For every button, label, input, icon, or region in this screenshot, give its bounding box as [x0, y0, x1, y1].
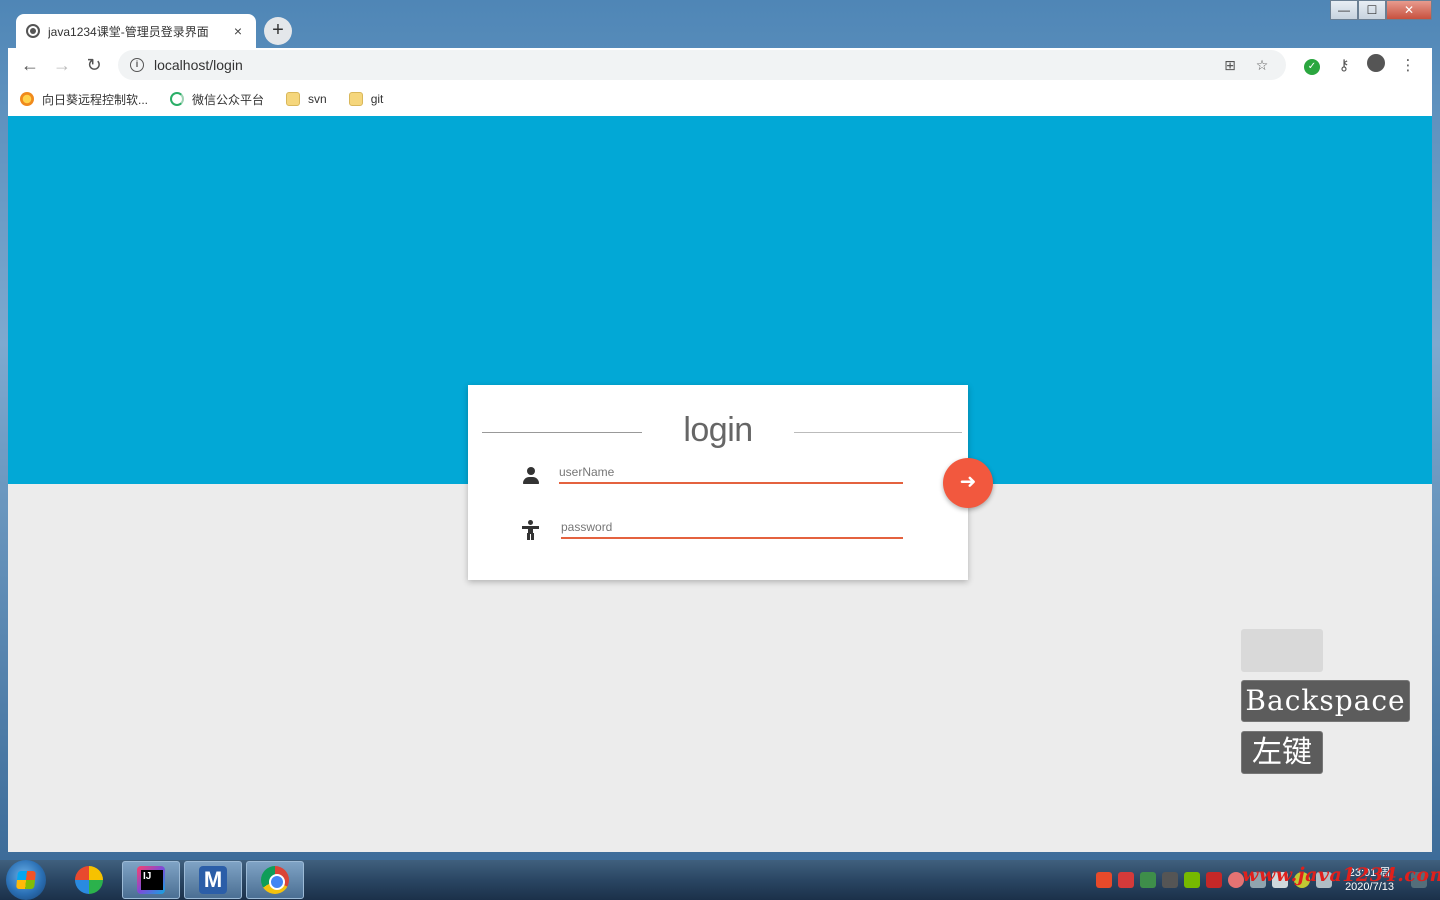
- bookmarks-bar: 向日葵远程控制软... 微信公众平台 svn git: [8, 82, 1432, 116]
- bookmark-label: 微信公众平台: [192, 92, 265, 107]
- folder-icon: [348, 92, 363, 106]
- bookmark-label: git: [370, 92, 384, 106]
- taskbar-app-m[interactable]: M: [184, 861, 242, 899]
- window-controls: — ☐ ✕: [1330, 0, 1432, 20]
- profile-avatar-icon[interactable]: [1360, 54, 1392, 76]
- sunflower-icon: [20, 92, 34, 106]
- new-tab-button[interactable]: +: [264, 17, 292, 45]
- nvidia-icon[interactable]: [1184, 872, 1201, 888]
- accessibility-icon: [521, 520, 541, 540]
- bookmark-sunflower[interactable]: 向日葵远程控制软...: [20, 91, 148, 108]
- bookmark-wechat[interactable]: 微信公众平台: [170, 91, 264, 108]
- taskbar: M 23:01 周 2020/7/13: [0, 860, 1440, 900]
- minimize-button[interactable]: —: [1330, 0, 1358, 20]
- login-card: login: [468, 385, 968, 580]
- back-button[interactable]: ←: [14, 49, 46, 81]
- username-input[interactable]: [559, 462, 903, 484]
- browser-tab[interactable]: java1234课堂-管理员登录界面 ×: [16, 14, 256, 48]
- extension-icon[interactable]: ✓: [1296, 56, 1328, 75]
- shield-icon[interactable]: [1140, 872, 1157, 888]
- login-title: login: [683, 411, 753, 449]
- forward-button[interactable]: →: [46, 49, 78, 81]
- bookmark-label: svn: [308, 92, 327, 106]
- extension-area: ✓ ⚷ ⋮: [1296, 50, 1424, 80]
- taskbar-app-chrome[interactable]: [246, 861, 304, 899]
- bookmark-svn[interactable]: svn: [286, 92, 327, 106]
- taskbar-app-pinwheel[interactable]: [60, 861, 118, 899]
- mail-icon[interactable]: [1118, 872, 1135, 888]
- login-submit-button[interactable]: ➜: [943, 458, 993, 508]
- address-bar[interactable]: i localhost/login ⊞ ☆: [118, 50, 1286, 80]
- start-button[interactable]: [6, 860, 46, 900]
- bookmark-star-icon[interactable]: ☆: [1250, 57, 1274, 74]
- bookmark-git[interactable]: git: [348, 92, 384, 106]
- windows-logo-icon: [16, 871, 36, 889]
- intellij-icon: [137, 866, 165, 894]
- tab-close-icon[interactable]: ×: [230, 23, 246, 39]
- bookmark-label: 向日葵远程控制软...: [42, 92, 149, 107]
- browser-menu-icon[interactable]: ⋮: [1392, 56, 1424, 74]
- folder-icon: [286, 92, 301, 106]
- browser-window: — ☐ ✕ java1234课堂-管理员登录界面 × + ← → ↻ i loc…: [0, 0, 1440, 860]
- site-info-icon[interactable]: i: [130, 58, 144, 72]
- maximize-button[interactable]: ☐: [1358, 0, 1386, 20]
- reload-button[interactable]: ↻: [78, 49, 110, 81]
- translate-icon[interactable]: ⊞: [1218, 57, 1242, 74]
- key-overlay-blank: [1241, 629, 1323, 672]
- s-app-icon[interactable]: [1206, 872, 1223, 888]
- taskbar-app-intellij[interactable]: [122, 861, 180, 899]
- key-overlay-backspace: Backspace: [1241, 680, 1410, 722]
- key-icon[interactable]: ⚷: [1328, 56, 1360, 74]
- password-input[interactable]: [561, 517, 903, 539]
- globe-icon: [26, 24, 40, 38]
- tray-app-icon[interactable]: [1162, 872, 1179, 888]
- browser-toolbar: ← → ↻ i localhost/login ⊞ ☆ ✓ ⚷ ⋮: [8, 48, 1432, 82]
- wechat-icon: [170, 92, 185, 106]
- tab-title: java1234课堂-管理员登录界面: [48, 24, 209, 39]
- user-icon: [521, 466, 541, 486]
- page-content: login ➜: [8, 116, 1432, 852]
- pinwheel-icon: [75, 866, 103, 894]
- watermark-text: www.java1234.com: [1242, 864, 1440, 886]
- close-window-button[interactable]: ✕: [1386, 0, 1432, 20]
- sogou-icon[interactable]: [1096, 872, 1113, 888]
- m-app-icon: M: [199, 866, 227, 894]
- chrome-icon: [261, 866, 289, 894]
- key-overlay-left-click: 左键: [1241, 731, 1323, 774]
- url-text[interactable]: localhost/login: [154, 57, 1210, 73]
